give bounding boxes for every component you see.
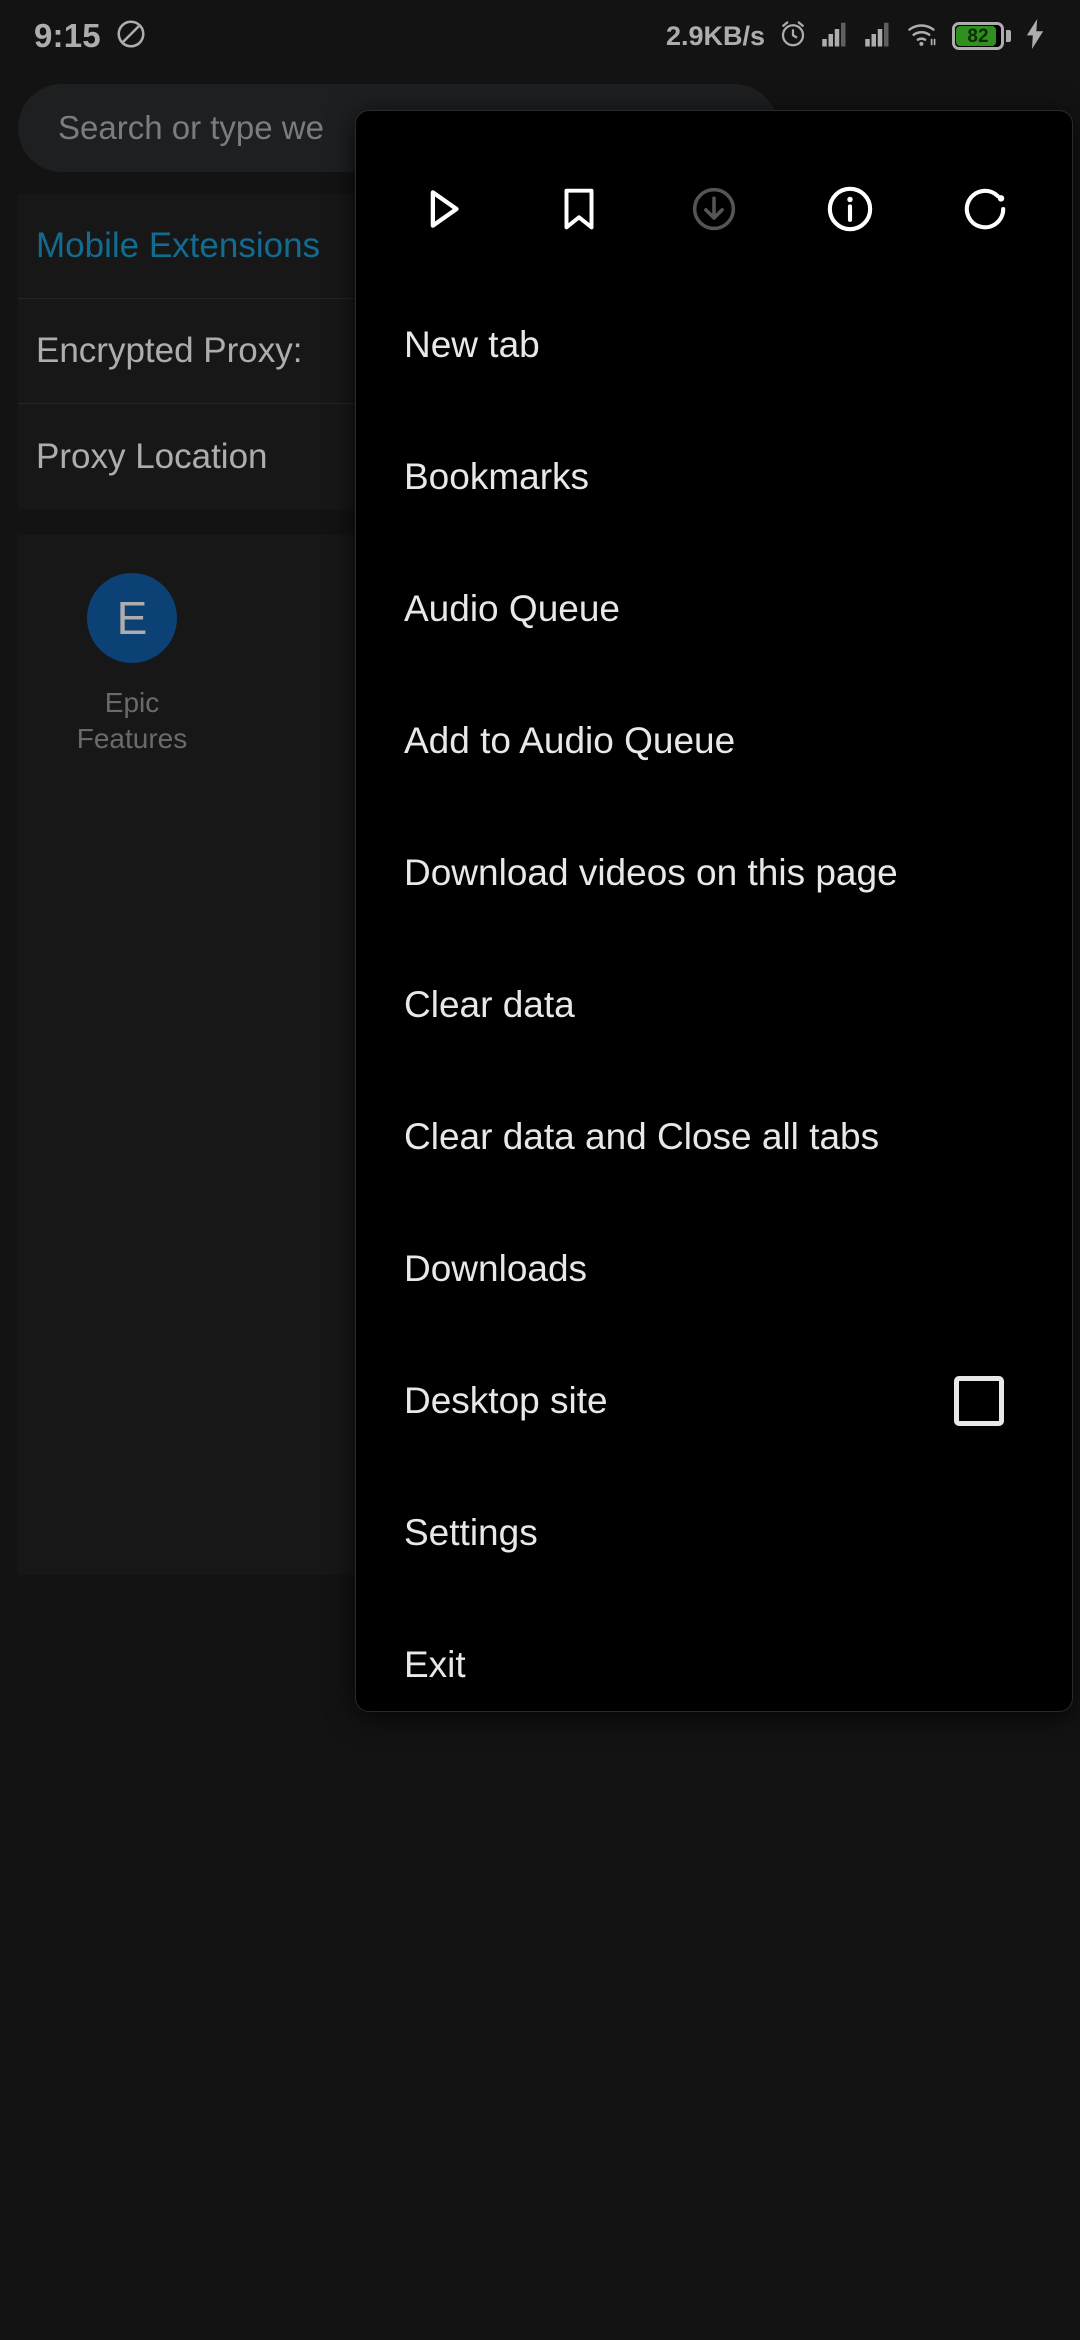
menu-item-audio-queue[interactable]: Audio Queue	[356, 543, 1072, 675]
download-icon	[679, 174, 749, 244]
menu-item-settings[interactable]: Settings	[356, 1467, 1072, 1599]
forward-icon[interactable]	[408, 174, 478, 244]
menu-item-download-videos[interactable]: Download videos on this page	[356, 807, 1072, 939]
menu-item-desktop-site[interactable]: Desktop site	[356, 1335, 1072, 1467]
menu-item-add-to-audio-queue[interactable]: Add to Audio Queue	[356, 675, 1072, 807]
page-info-icon[interactable]	[815, 174, 885, 244]
menu-item-label: Audio Queue	[404, 588, 620, 630]
menu-item-label: Settings	[404, 1512, 538, 1554]
menu-toolbar	[356, 111, 1072, 257]
menu-item-label: Downloads	[404, 1248, 587, 1290]
menu-item-label: New tab	[404, 324, 540, 366]
menu-item-bookmarks[interactable]: Bookmarks	[356, 411, 1072, 543]
menu-item-list: New tab Bookmarks Audio Queue Add to Aud…	[356, 257, 1072, 1712]
menu-item-clear-data[interactable]: Clear data	[356, 939, 1072, 1071]
menu-item-label: Clear data and Close all tabs	[404, 1116, 879, 1158]
menu-item-downloads[interactable]: Downloads	[356, 1203, 1072, 1335]
reload-icon[interactable]	[950, 174, 1020, 244]
desktop-site-checkbox[interactable]	[954, 1376, 1004, 1426]
menu-item-clear-data-close-tabs[interactable]: Clear data and Close all tabs	[356, 1071, 1072, 1203]
menu-item-label: Clear data	[404, 984, 575, 1026]
menu-item-label: Bookmarks	[404, 456, 589, 498]
menu-item-label: Download videos on this page	[404, 852, 898, 894]
bookmark-icon[interactable]	[544, 174, 614, 244]
browser-overflow-menu: New tab Bookmarks Audio Queue Add to Aud…	[355, 110, 1073, 1712]
menu-item-label: Add to Audio Queue	[404, 720, 735, 762]
menu-item-exit[interactable]: Exit	[356, 1599, 1072, 1712]
menu-item-new-tab[interactable]: New tab	[356, 279, 1072, 411]
menu-item-label: Desktop site	[404, 1380, 608, 1422]
phone-screen: 9:15 2.9KB/s	[0, 0, 1080, 2340]
battery-level-label: 82	[967, 27, 988, 46]
menu-item-label: Exit	[404, 1644, 466, 1686]
